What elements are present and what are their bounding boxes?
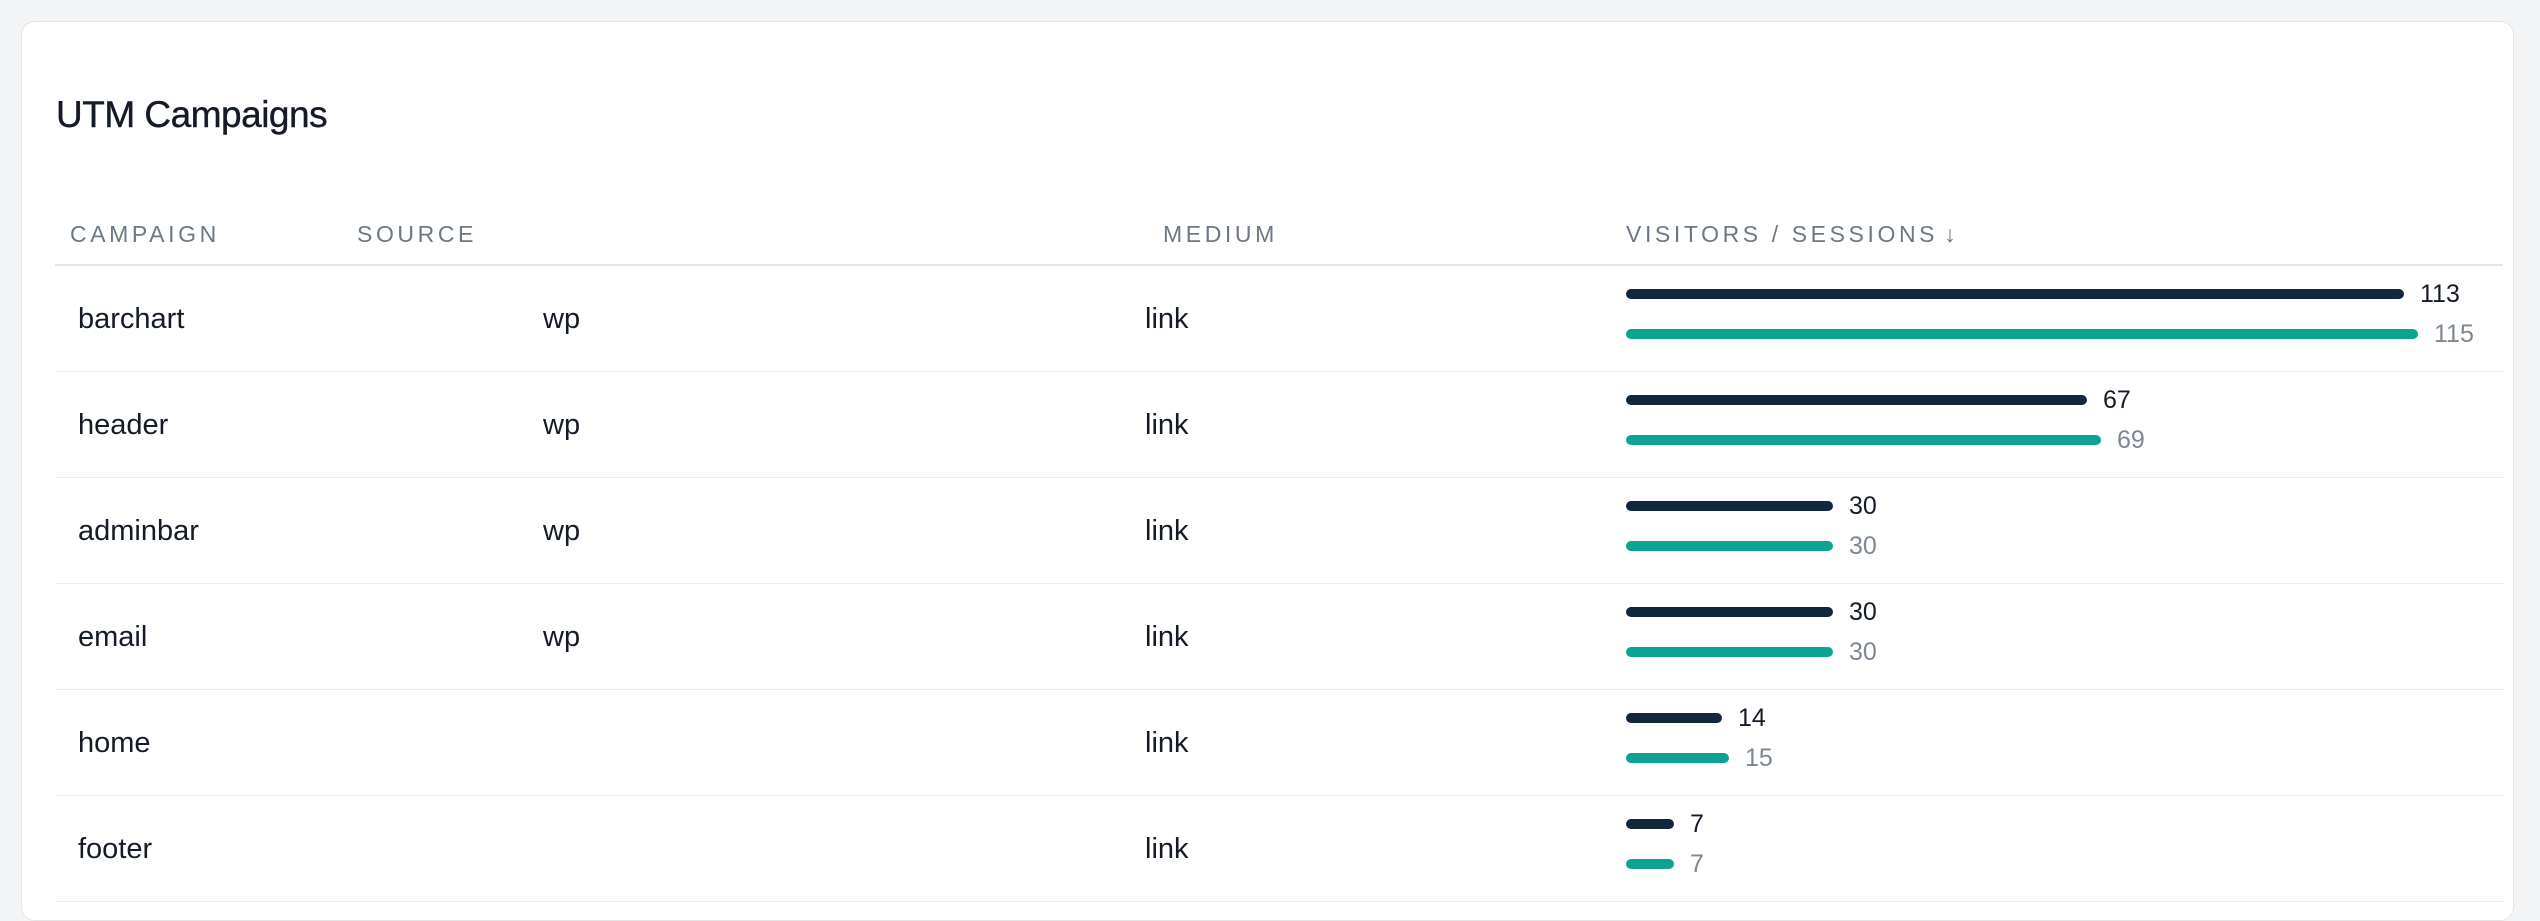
sort-arrow-down-icon: ↓ <box>1944 221 1956 247</box>
campaign-cell: adminbar <box>78 515 199 547</box>
campaign-cell: header <box>78 409 169 441</box>
medium-cell: link <box>1145 833 1189 865</box>
visitors-bar <box>1626 395 2087 405</box>
sessions-bar <box>1626 647 1833 657</box>
medium-cell: link <box>1145 727 1189 759</box>
visitors-bar-line: 30 <box>1626 597 1877 627</box>
table-row[interactable]: barchart wp link 113 115 <box>55 266 2503 372</box>
source-cell <box>543 690 587 796</box>
source-cell: wp <box>543 409 581 441</box>
column-header-visitors-sessions-label: VISITORS / SESSIONS <box>1626 221 1939 247</box>
source-cell: wp <box>543 621 581 653</box>
sessions-bar <box>1626 435 2101 445</box>
sessions-bar <box>1626 329 2418 339</box>
sessions-value: 30 <box>1849 532 1877 560</box>
visitors-bar <box>1626 713 1722 723</box>
visitors-bar-line: 113 <box>1626 279 2460 309</box>
column-header-medium[interactable]: MEDIUM <box>1163 221 1278 248</box>
utm-campaigns-table: CAMPAIGN SOURCE MEDIUM VISITORS / SESSIO… <box>55 197 2503 902</box>
sessions-bar-line: 30 <box>1626 637 1877 667</box>
table-row[interactable]: footer link 7 7 <box>55 796 2503 902</box>
visitors-bar-line: 7 <box>1626 809 1704 839</box>
visitors-bar <box>1626 819 1674 829</box>
sessions-bar <box>1626 859 1674 869</box>
campaign-cell: home <box>78 727 151 759</box>
metrics-cell: 67 69 <box>1626 372 2486 478</box>
sessions-value: 115 <box>2434 320 2474 348</box>
column-header-campaign[interactable]: CAMPAIGN <box>70 221 220 248</box>
campaign-cell: footer <box>78 833 153 865</box>
visitors-bar <box>1626 501 1833 511</box>
campaign-cell: email <box>78 621 148 653</box>
source-cell: wp <box>543 303 581 335</box>
visitors-value: 14 <box>1738 704 1766 732</box>
medium-cell: link <box>1145 303 1189 335</box>
sessions-value: 7 <box>1690 850 1704 878</box>
visitors-value: 7 <box>1690 810 1704 838</box>
table-body: barchart wp link 113 115 header wp link … <box>55 266 2503 902</box>
sessions-bar-line: 30 <box>1626 531 1877 561</box>
sessions-bar <box>1626 541 1833 551</box>
sessions-bar <box>1626 753 1729 763</box>
medium-cell: link <box>1145 515 1189 547</box>
table-header: CAMPAIGN SOURCE MEDIUM VISITORS / SESSIO… <box>55 197 2503 266</box>
visitors-value: 30 <box>1849 598 1877 626</box>
sessions-value: 30 <box>1849 638 1877 666</box>
sessions-bar-line: 69 <box>1626 425 2145 455</box>
sessions-bar-line: 15 <box>1626 743 1773 773</box>
campaign-cell: barchart <box>78 303 185 335</box>
card-title: UTM Campaigns <box>56 94 328 135</box>
source-cell: wp <box>543 515 581 547</box>
metrics-cell: 14 15 <box>1626 690 2486 796</box>
source-cell <box>543 796 587 902</box>
sessions-bar-line: 7 <box>1626 849 1704 879</box>
metrics-cell: 30 30 <box>1626 478 2486 584</box>
visitors-value: 30 <box>1849 492 1877 520</box>
sessions-bar-line: 115 <box>1626 319 2474 349</box>
table-row[interactable]: email wp link 30 30 <box>55 584 2503 690</box>
utm-campaigns-card: UTM Campaigns CAMPAIGN SOURCE MEDIUM VIS… <box>21 21 2514 921</box>
medium-cell: link <box>1145 621 1189 653</box>
column-header-source[interactable]: SOURCE <box>357 221 477 248</box>
sessions-value: 69 <box>2117 426 2145 454</box>
sessions-value: 15 <box>1745 744 1773 772</box>
visitors-value: 67 <box>2103 386 2131 414</box>
column-header-visitors-sessions[interactable]: VISITORS / SESSIONS ↓ <box>1626 221 1956 248</box>
table-row[interactable]: adminbar wp link 30 30 <box>55 478 2503 584</box>
visitors-bar-line: 67 <box>1626 385 2131 415</box>
medium-cell: link <box>1145 409 1189 441</box>
metrics-cell: 7 7 <box>1626 796 2486 902</box>
visitors-value: 113 <box>2420 280 2460 308</box>
visitors-bar <box>1626 289 2404 299</box>
table-row[interactable]: home link 14 15 <box>55 690 2503 796</box>
metrics-cell: 113 115 <box>1626 266 2486 372</box>
visitors-bar-line: 14 <box>1626 703 1766 733</box>
visitors-bar <box>1626 607 1833 617</box>
visitors-bar-line: 30 <box>1626 491 1877 521</box>
metrics-cell: 30 30 <box>1626 584 2486 690</box>
table-row[interactable]: header wp link 67 69 <box>55 372 2503 478</box>
